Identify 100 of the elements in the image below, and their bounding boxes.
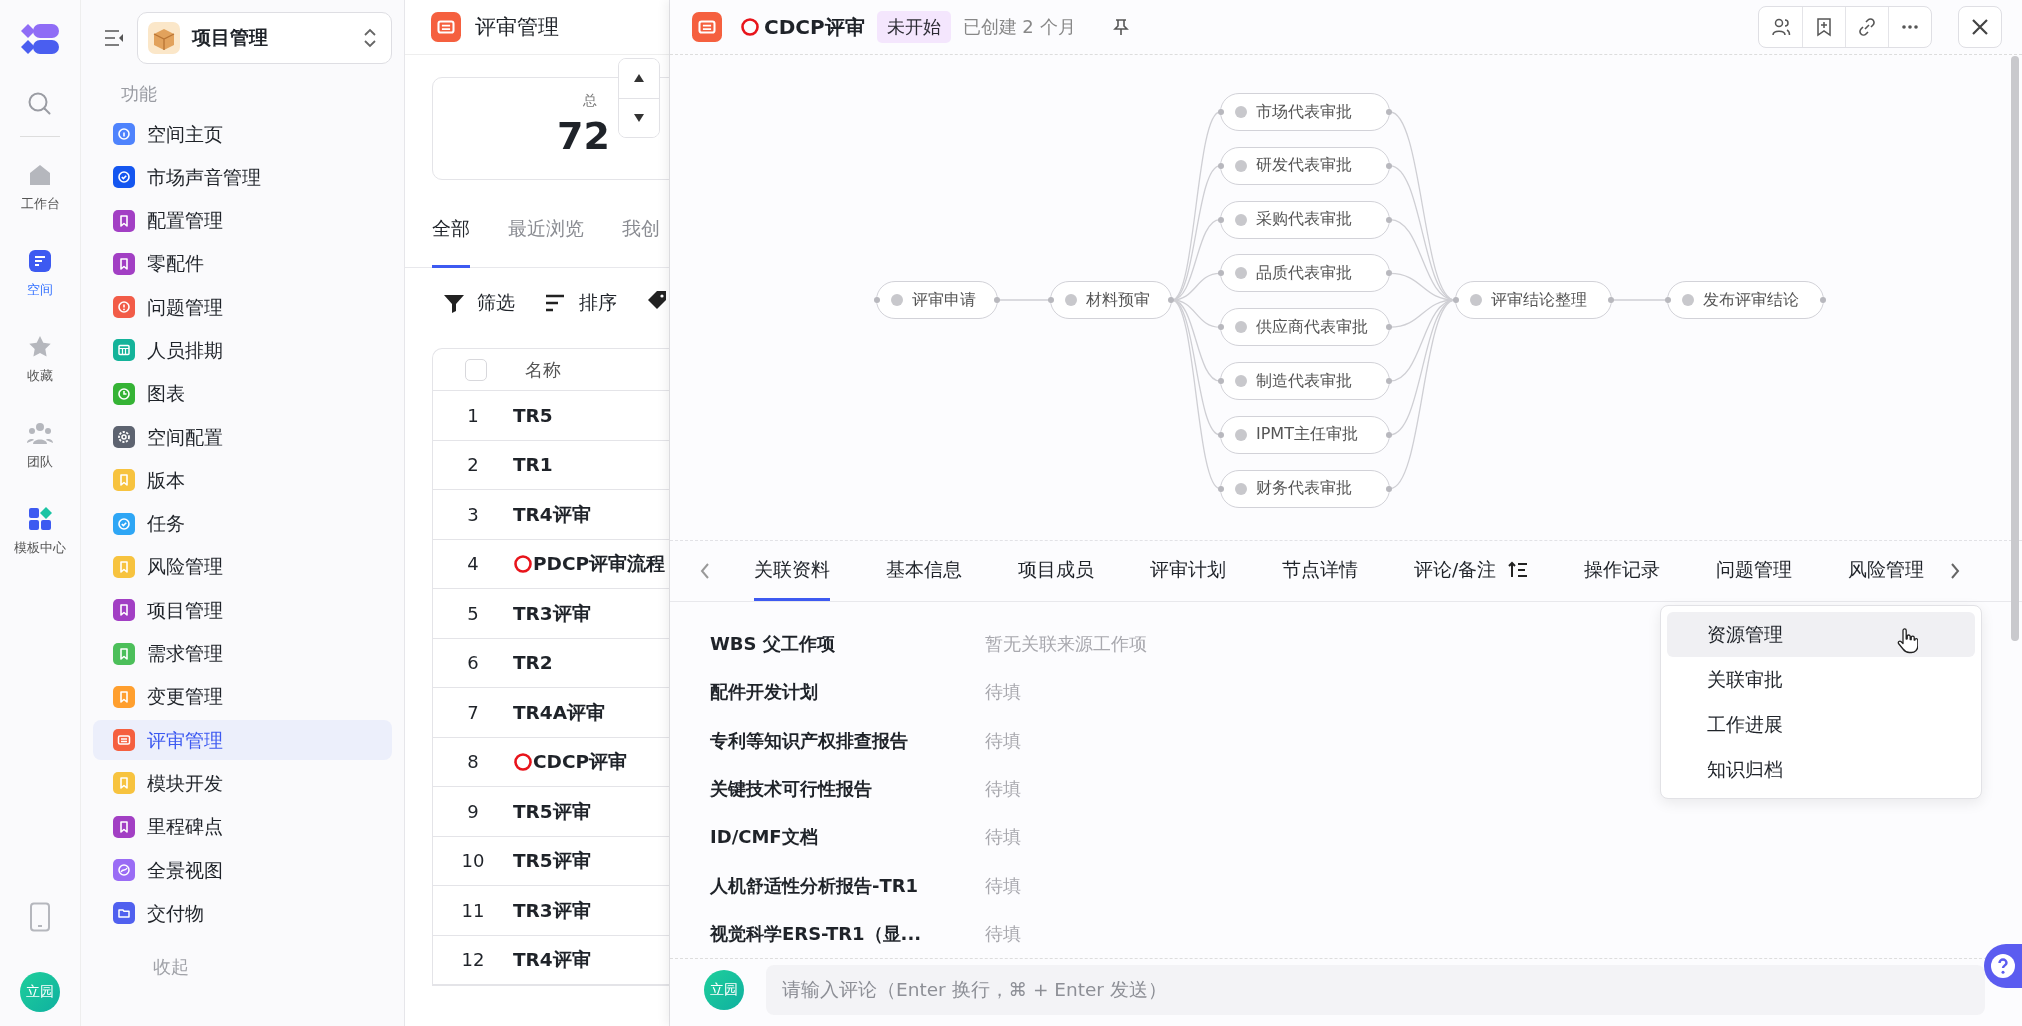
tab[interactable]: 全部 bbox=[432, 216, 470, 268]
column-header: 名称 bbox=[525, 357, 561, 382]
table-cell[interactable]: TR4A评审 bbox=[513, 699, 606, 725]
row-number: 7 bbox=[466, 701, 480, 723]
sidebar-item[interactable]: 人员排期 bbox=[93, 330, 392, 371]
flow-node[interactable]: 评审申请 bbox=[876, 281, 998, 319]
table-cell[interactable]: TR5 bbox=[513, 404, 553, 426]
nav-label: 工作台 bbox=[20, 195, 60, 213]
tab[interactable]: 节点详情 bbox=[1282, 541, 1358, 601]
table-cell[interactable]: TR3评审 bbox=[513, 600, 591, 626]
sidebar-item[interactable]: 评审管理 bbox=[93, 720, 392, 761]
nav-item[interactable]: 收藏 bbox=[5, 333, 75, 419]
flow-node[interactable]: 研发代表审批 bbox=[1220, 146, 1390, 185]
flow-node[interactable]: 材料预审 bbox=[1050, 281, 1172, 319]
sidebar-item[interactable]: 模块开发 bbox=[93, 763, 392, 804]
sidebar-item[interactable]: 风险管理 bbox=[93, 546, 392, 587]
nav-label: 收藏 bbox=[27, 367, 53, 385]
tab[interactable]: 评论/备注 bbox=[1414, 541, 1529, 601]
close-icon bbox=[1971, 18, 1989, 36]
user-avatar: 立园 bbox=[704, 969, 744, 1010]
checkbox[interactable] bbox=[465, 358, 487, 381]
nav-item[interactable]: 空间 bbox=[5, 247, 75, 333]
sidebar-item[interactable]: 零配件 bbox=[93, 243, 392, 284]
template-icon bbox=[26, 505, 54, 533]
comment-field[interactable]: 请输入评论（Enter 换行，⌘ + Enter 发送） bbox=[766, 964, 1985, 1015]
flow-node[interactable]: IPMT主任审批 bbox=[1220, 415, 1390, 454]
pin-icon[interactable] bbox=[1111, 18, 1130, 36]
stat-value: 72 bbox=[557, 114, 610, 158]
flow-node[interactable]: 评审结论整理 bbox=[1455, 281, 1612, 319]
menu-item[interactable]: 资源管理 bbox=[1667, 612, 1975, 657]
sidebar-item[interactable]: 变更管理 bbox=[93, 676, 392, 717]
nav-item[interactable]: 工作台 bbox=[5, 161, 75, 247]
row-number: 11 bbox=[460, 899, 486, 921]
table-cell[interactable]: TR1 bbox=[513, 454, 553, 476]
sidebar-item[interactable]: 问题管理 bbox=[93, 287, 392, 328]
menu-item[interactable]: 工作进展 bbox=[1667, 702, 1975, 747]
panel-title: 评审管理 bbox=[475, 14, 559, 41]
triangle-up-icon bbox=[633, 73, 645, 84]
chevron-left-icon[interactable] bbox=[698, 561, 712, 581]
filter-button[interactable]: 筛选 bbox=[443, 290, 515, 315]
flow-node[interactable]: 市场代表审批 bbox=[1220, 93, 1390, 131]
nav-label: 模板中心 bbox=[14, 539, 66, 557]
sidebar-item[interactable]: 图表 bbox=[93, 373, 392, 414]
sidebar-item[interactable]: 空间主页 bbox=[93, 114, 392, 154]
flow-node[interactable]: 发布评审结论 bbox=[1667, 281, 1824, 319]
tab[interactable]: 操作记录 bbox=[1584, 541, 1661, 601]
nav-label: 空间 bbox=[27, 281, 53, 299]
tab[interactable]: 问题管理 bbox=[1716, 541, 1793, 601]
sidebar-item[interactable]: 项目管理 bbox=[93, 590, 392, 631]
tag-icon[interactable] bbox=[647, 289, 669, 311]
sidebar-item[interactable]: 空间配置 bbox=[93, 417, 392, 458]
help-button[interactable] bbox=[1984, 944, 2022, 988]
table-cell[interactable]: TR4评审 bbox=[513, 947, 591, 973]
scroll-down-button[interactable] bbox=[619, 97, 659, 137]
close-button[interactable] bbox=[1958, 6, 2002, 48]
table-cell[interactable]: TR5评审 bbox=[513, 848, 591, 874]
row-number: 1 bbox=[466, 404, 480, 426]
flow-node[interactable]: 品质代表审批 bbox=[1220, 254, 1390, 293]
space-icon bbox=[26, 247, 54, 275]
sidebar-item[interactable]: 需求管理 bbox=[93, 633, 392, 674]
scrollbar[interactable] bbox=[2011, 56, 2019, 641]
sidebar-item[interactable]: 配置管理 bbox=[93, 200, 392, 241]
field-label: WBS 父工作项 bbox=[710, 632, 836, 657]
question-icon bbox=[1990, 953, 2016, 979]
flow-node[interactable]: 采购代表审批 bbox=[1220, 200, 1390, 239]
sidebar-item[interactable]: 里程碑点 bbox=[93, 806, 392, 847]
flow-node[interactable]: 供应商代表审批 bbox=[1220, 308, 1390, 347]
tab[interactable]: 基本信息 bbox=[886, 541, 962, 601]
sort-button[interactable]: 排序 bbox=[545, 290, 617, 315]
row-number: 10 bbox=[460, 850, 486, 872]
tab[interactable]: 评审计划 bbox=[1150, 541, 1226, 601]
menu-item[interactable]: 知识归档 bbox=[1667, 747, 1975, 792]
flow-node[interactable]: 财务代表审批 bbox=[1220, 469, 1390, 508]
flow-node[interactable]: 制造代表审批 bbox=[1220, 362, 1390, 400]
table-cell[interactable]: CDCP评审 bbox=[533, 749, 628, 775]
sidebar-item[interactable]: 全景视图 bbox=[93, 850, 392, 891]
table-cell[interactable]: TR3评审 bbox=[513, 897, 591, 923]
table-cell[interactable]: TR2 bbox=[513, 652, 553, 674]
search-icon[interactable] bbox=[26, 90, 54, 118]
tab[interactable]: 项目成员 bbox=[1018, 541, 1094, 601]
tab[interactable]: 关联资料 bbox=[754, 541, 830, 601]
table-cell[interactable]: PDCP评审流程 bbox=[533, 551, 666, 577]
menu-item[interactable]: 关联审批 bbox=[1667, 657, 1975, 702]
field-label: ID/CMF文档 bbox=[710, 825, 819, 850]
sidebar-item[interactable]: 任务 bbox=[93, 503, 392, 544]
collapse-icon[interactable] bbox=[103, 28, 125, 48]
connector-line bbox=[1611, 299, 1668, 301]
field-label: 人机舒适性分析报告-TR1 bbox=[710, 873, 920, 898]
nav-item[interactable]: 模板中心 bbox=[5, 505, 75, 591]
triangle-down-icon bbox=[633, 112, 645, 123]
sidebar-item[interactable]: 市场声音管理 bbox=[93, 157, 392, 198]
nav-item[interactable]: 团队 bbox=[5, 419, 75, 505]
sidebar-item[interactable]: 版本 bbox=[93, 460, 392, 501]
space-selector[interactable]: 项目管理 bbox=[137, 12, 392, 64]
row-number: 12 bbox=[460, 949, 486, 971]
sidebar-item[interactable]: 交付物 bbox=[93, 893, 392, 934]
tab[interactable]: 风险管理 bbox=[1848, 541, 1925, 601]
table-cell[interactable]: TR5评审 bbox=[513, 798, 591, 824]
row-number: 3 bbox=[466, 503, 480, 525]
table-cell[interactable]: TR4评审 bbox=[513, 501, 591, 527]
